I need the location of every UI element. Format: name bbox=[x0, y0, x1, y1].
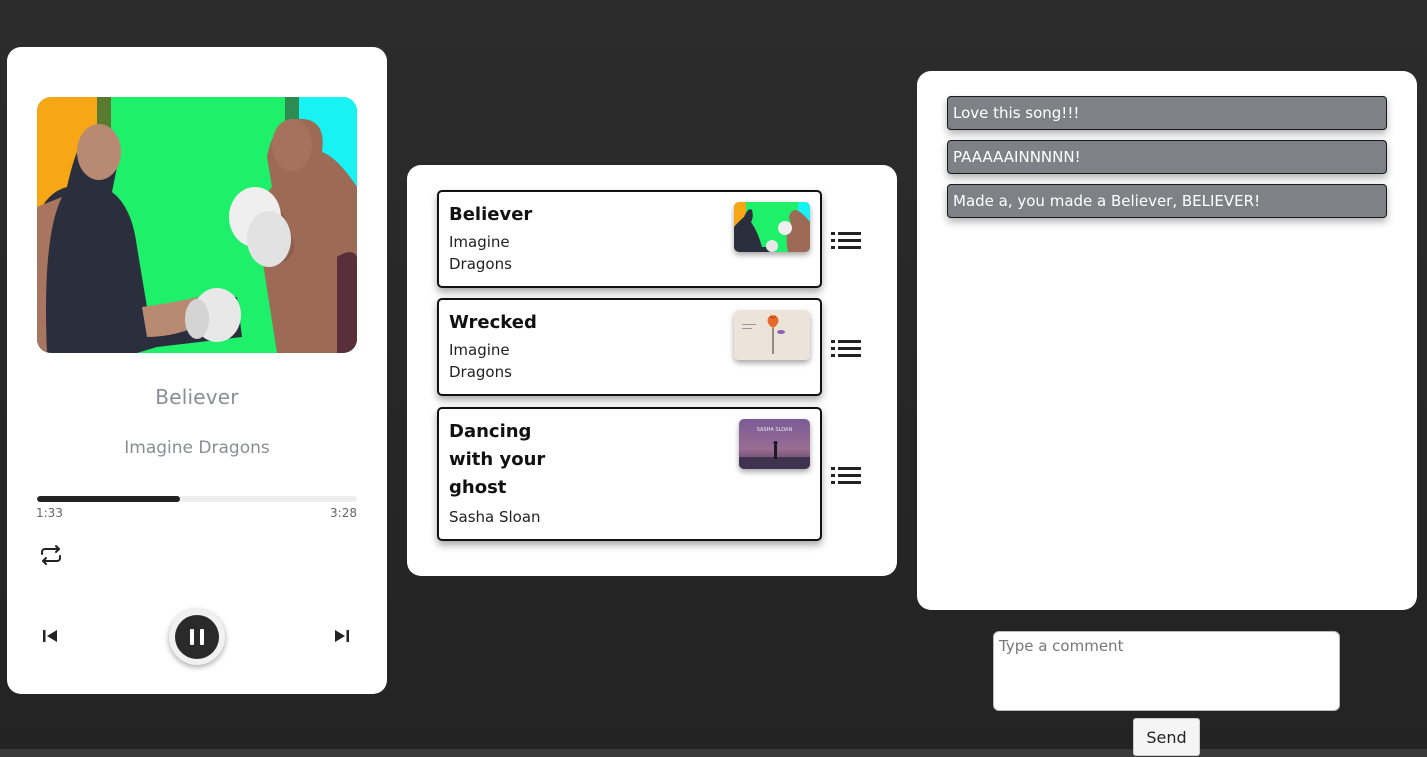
track-title: Believer bbox=[155, 385, 239, 409]
song-artist: Imagine Dragons bbox=[449, 233, 512, 273]
song-thumbnail: SASHA SLOAN bbox=[739, 419, 810, 469]
song-title: Wrecked bbox=[449, 312, 537, 333]
progress-fill bbox=[37, 496, 181, 502]
comments-panel: Love this song!!! PAAAAAINNNNN! Made a, … bbox=[917, 71, 1417, 610]
album-cover bbox=[37, 97, 357, 353]
progress-bar[interactable] bbox=[37, 496, 357, 502]
list-icon[interactable] bbox=[831, 466, 861, 488]
song-card-dancing-with-your-ghost[interactable]: Dancing with your ghost Sasha Sloan SASH… bbox=[437, 407, 822, 541]
send-button[interactable]: Send bbox=[1133, 718, 1200, 756]
comment-input[interactable] bbox=[993, 631, 1340, 711]
song-card-wrecked[interactable]: Wrecked Imagine Dragons bbox=[437, 298, 822, 396]
list-icon[interactable] bbox=[831, 231, 861, 253]
song-title: Believer bbox=[449, 204, 533, 225]
skip-next-icon[interactable] bbox=[333, 627, 351, 645]
song-thumbnail bbox=[734, 310, 810, 360]
play-pause-button[interactable] bbox=[169, 609, 225, 665]
song-artist: Sasha Sloan bbox=[449, 508, 541, 526]
bottom-strip bbox=[0, 749, 1427, 757]
total-time: 3:28 bbox=[330, 506, 357, 520]
playlist-panel: Believer Imagine Dragons Wrecked Imagine… bbox=[407, 165, 897, 576]
song-artist: Imagine Dragons bbox=[449, 341, 512, 381]
now-playing-card: Believer Imagine Dragons 1:33 3:28 bbox=[7, 47, 387, 694]
pause-icon bbox=[175, 615, 219, 659]
comment-item: Made a, you made a Believer, BELIEVER! bbox=[947, 184, 1387, 218]
list-icon[interactable] bbox=[831, 339, 861, 361]
song-thumbnail bbox=[734, 202, 810, 252]
song-card-believer[interactable]: Believer Imagine Dragons bbox=[437, 190, 822, 288]
current-time: 1:33 bbox=[36, 506, 63, 520]
comment-item: PAAAAAINNNNN! bbox=[947, 140, 1387, 174]
comment-item: Love this song!!! bbox=[947, 96, 1387, 130]
track-artist: Imagine Dragons bbox=[124, 438, 270, 458]
skip-previous-icon[interactable] bbox=[41, 627, 59, 645]
thumbnail-caption: SASHA SLOAN bbox=[757, 427, 793, 433]
repeat-icon[interactable] bbox=[39, 543, 63, 567]
song-title: Dancing with your ghost bbox=[449, 421, 546, 498]
